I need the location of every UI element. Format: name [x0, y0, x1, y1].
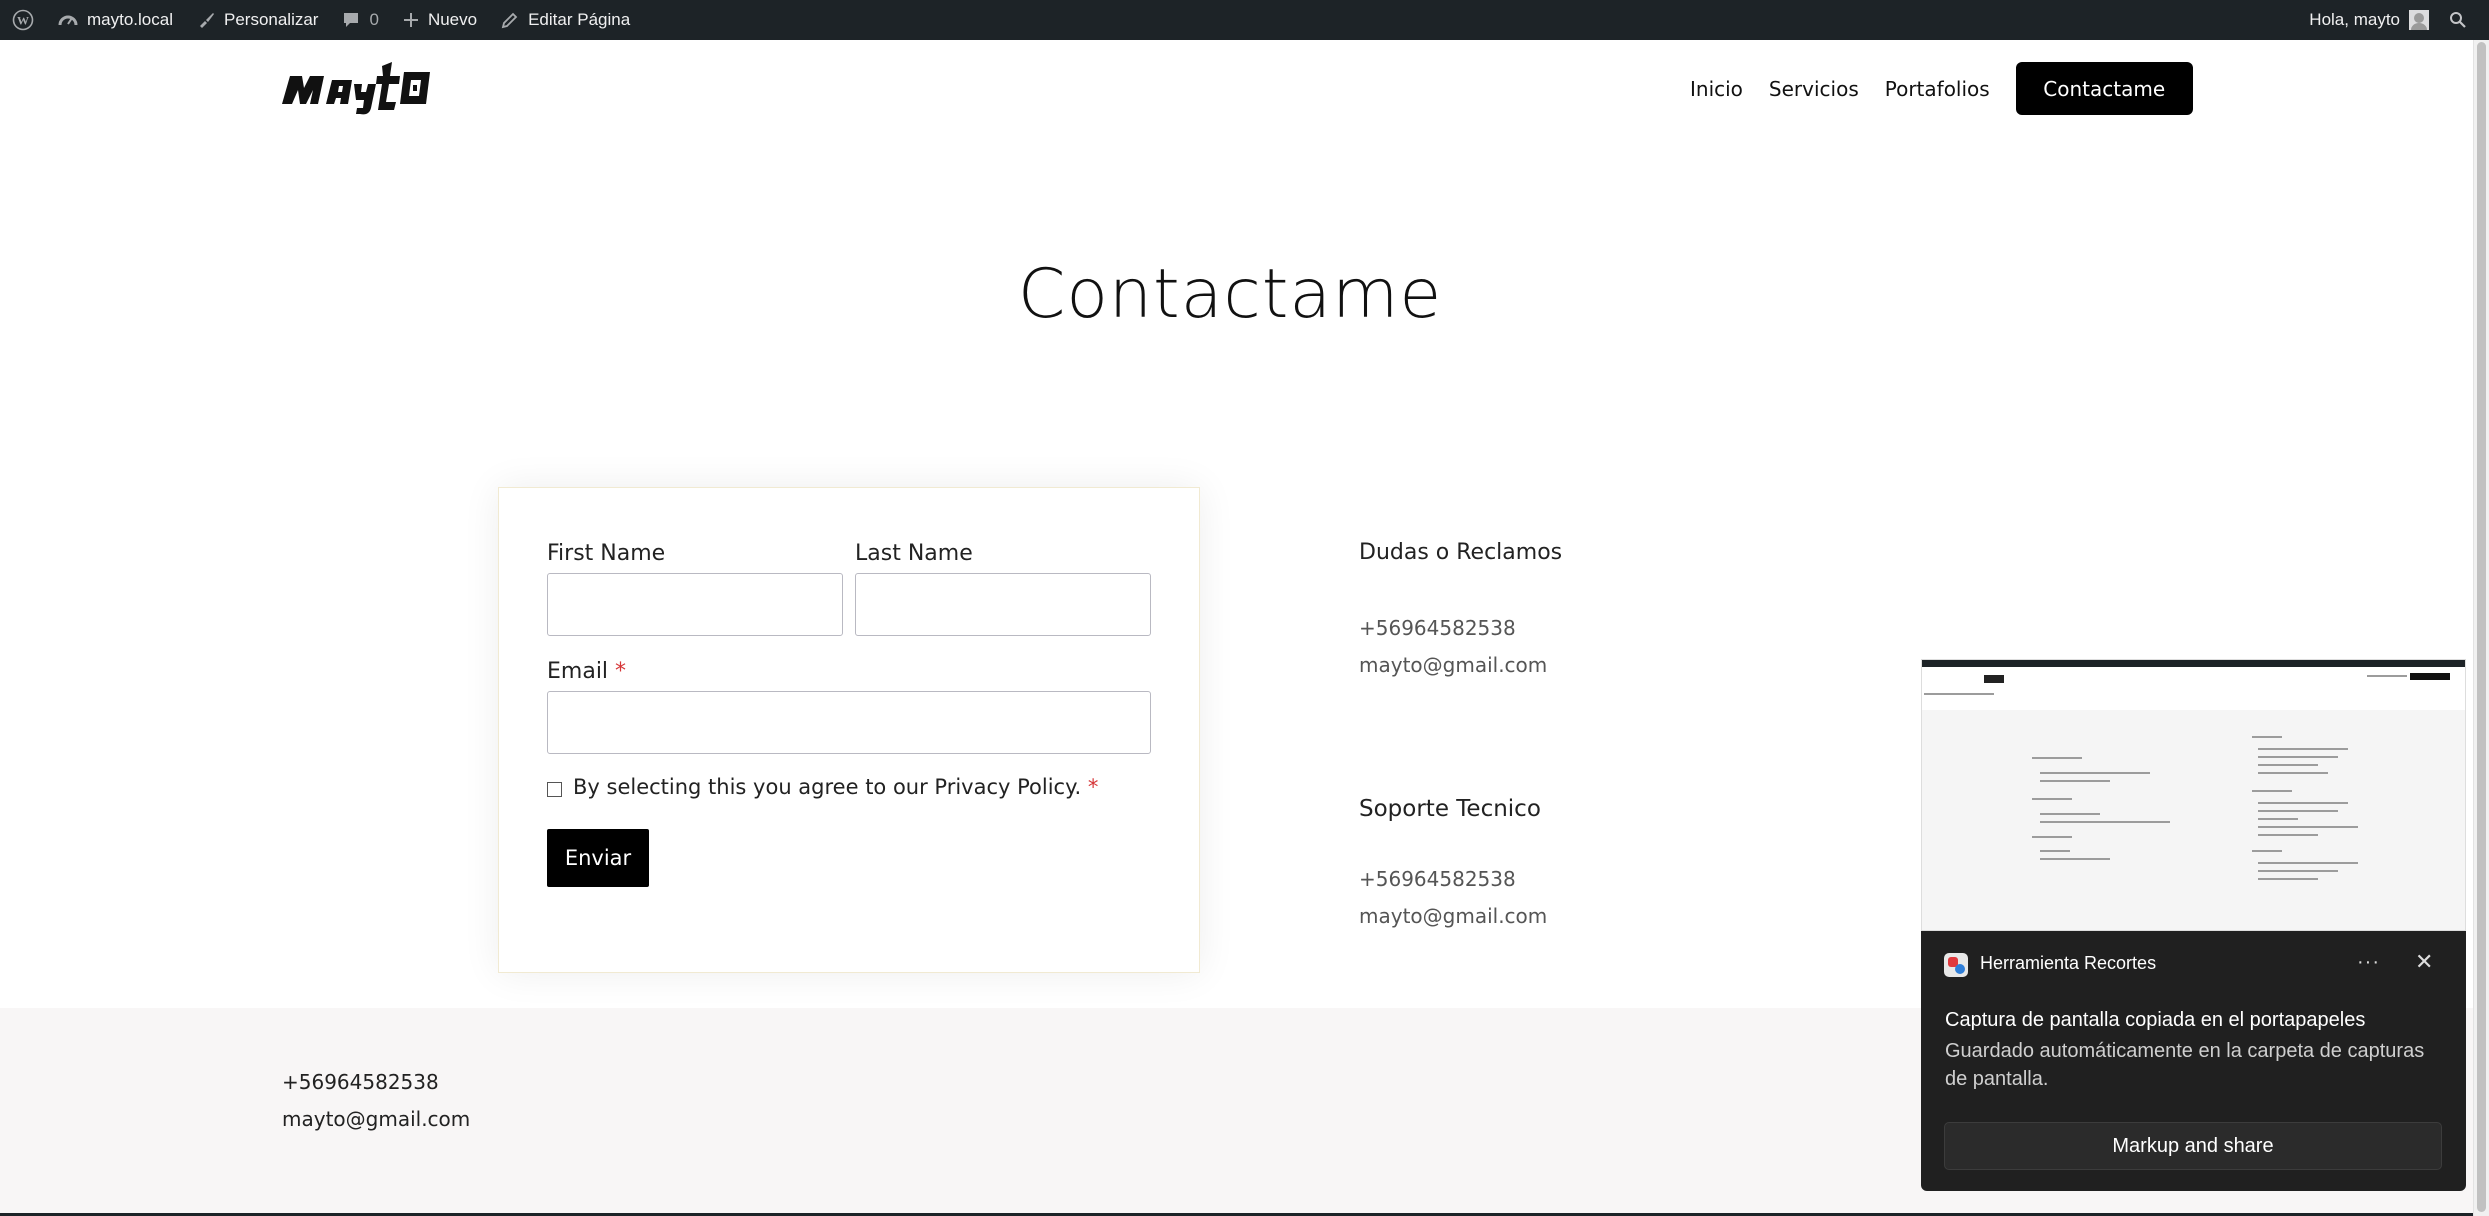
contact-heading-soporte: Soporte Tecnico — [1359, 796, 1541, 822]
markup-and-share-button[interactable]: Markup and share — [1944, 1122, 2442, 1170]
toast-app-name: Herramienta Recortes — [1980, 953, 2157, 973]
footer-phone: +56964582538 — [282, 1070, 439, 1094]
comment-icon — [344, 13, 359, 27]
contact-email-soporte: mayto@gmail.com — [1359, 904, 1548, 928]
page-title: Contactame — [1017, 255, 1443, 334]
site-name-link[interactable]: mayto.local — [46, 0, 185, 40]
avatar — [2409, 10, 2429, 30]
pencil-icon — [501, 12, 518, 29]
nav-item-portafolios[interactable]: Portafolios — [1885, 77, 1990, 101]
thumbnail-heading — [1924, 693, 1994, 695]
footer-email: mayto@gmail.com — [282, 1107, 471, 1131]
customize-label: Personalizar — [223, 10, 319, 29]
wordpress-logo-button[interactable]: W — [0, 0, 46, 40]
privacy-required-mark: * — [1087, 775, 1099, 799]
customize-link[interactable]: Personalizar — [185, 0, 331, 40]
thumbnail-nav — [2367, 675, 2407, 677]
edit-page-label: Editar Página — [528, 10, 631, 29]
dashboard-icon — [58, 15, 78, 26]
first-name-label: First Name — [547, 541, 666, 566]
privacy-checkbox[interactable] — [547, 782, 562, 797]
last-name-label: Last Name — [855, 541, 973, 566]
scrollbar-thumb[interactable] — [2477, 42, 2486, 1212]
brush-icon — [199, 13, 214, 28]
privacy-label-text: By selecting this you agree to our Priva… — [573, 775, 1082, 799]
privacy-label: By selecting this you agree to our Priva… — [573, 775, 1098, 799]
contact-heading-dudas: Dudas o Reclamos — [1359, 540, 1563, 565]
search-icon — [2450, 12, 2466, 28]
close-icon[interactable]: ✕ — [2415, 949, 2433, 975]
email-input[interactable] — [547, 691, 1151, 754]
contact-email-dudas: mayto@gmail.com — [1359, 653, 1548, 677]
new-content-link[interactable]: Nuevo — [391, 0, 489, 40]
main-nav: Inicio Servicios Portafolios Contactame — [1690, 62, 2193, 115]
more-options-icon[interactable]: ··· — [2357, 951, 2380, 974]
comments-link[interactable]: 0 — [330, 0, 390, 40]
contactame-button[interactable]: Contactame — [2015, 62, 2193, 115]
site-name-label: mayto.local — [87, 10, 173, 29]
comments-count: 0 — [369, 10, 379, 29]
admin-bar: W mayto.local Personalizar 0 Nuevo Edita… — [0, 0, 2489, 40]
enviar-button[interactable]: Enviar — [547, 829, 649, 887]
new-label: Nuevo — [427, 10, 478, 29]
screenshot-preview-thumbnail[interactable] — [1921, 659, 2466, 931]
email-label-text: Email — [547, 659, 609, 684]
contact-phone-soporte: +56964582538 — [1359, 867, 1516, 891]
account-menu[interactable]: Hola, mayto — [2297, 0, 2437, 40]
contact-form: First Name Last Name Email * By selectin… — [498, 487, 1200, 973]
plus-icon — [403, 13, 418, 27]
thumbnail-adminbar — [1922, 660, 2465, 667]
email-label: Email * — [547, 659, 626, 684]
nav-item-inicio[interactable]: Inicio — [1690, 77, 1743, 101]
contact-phone-dudas: +56964582538 — [1359, 616, 1516, 640]
snipping-tool-icon — [1944, 953, 1968, 977]
wordpress-icon: W — [12, 9, 34, 31]
first-name-input[interactable] — [547, 573, 843, 636]
thumbnail-content — [1922, 710, 2465, 930]
toast-body: Guardado automáticamente en la carpeta d… — [1945, 1040, 2425, 1090]
greeting-label: Hola, mayto — [2309, 10, 2400, 29]
page-scrollbar[interactable] — [2473, 40, 2489, 1216]
snipping-tool-notification[interactable]: Herramienta Recortes ··· ✕ Captura de pa… — [1921, 931, 2466, 1191]
edit-page-link[interactable]: Editar Página — [489, 0, 642, 40]
svg-text:W: W — [17, 14, 29, 28]
admin-search-button[interactable] — [2437, 0, 2489, 40]
site-logo[interactable] — [282, 58, 464, 116]
email-required-mark: * — [615, 659, 627, 684]
last-name-input[interactable] — [855, 573, 1151, 636]
thumbnail-logo — [1984, 675, 2004, 683]
nav-item-servicios[interactable]: Servicios — [1769, 77, 1859, 101]
mayto-logo — [282, 62, 430, 115]
thumbnail-cta — [2410, 673, 2450, 680]
toast-title: Captura de pantalla copiada en el portap… — [1945, 1009, 2366, 1031]
